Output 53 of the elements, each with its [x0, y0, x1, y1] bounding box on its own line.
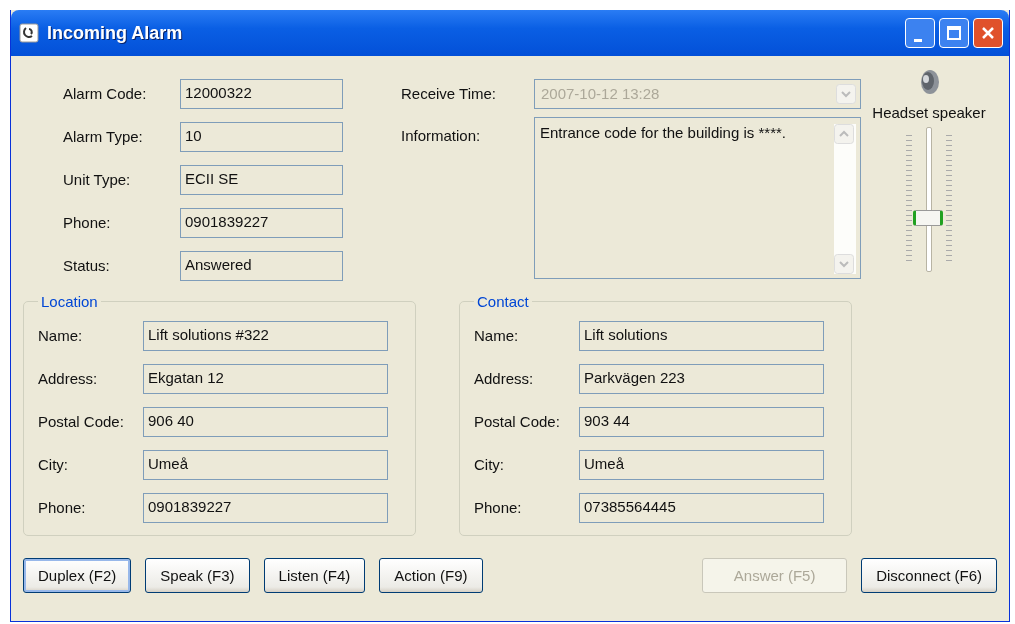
field-label: Alarm Type:: [62, 128, 144, 145]
volume-slider[interactable]: [906, 127, 952, 272]
action-button[interactable]: Speak (F3): [145, 558, 250, 593]
app-icon: [19, 23, 39, 43]
close-button[interactable]: [973, 18, 1003, 48]
scroll-down-button[interactable]: [834, 254, 854, 274]
text-field[interactable]: Lift solutions #322: [143, 320, 388, 351]
field-label: City:: [474, 456, 505, 473]
field-label: Receive Time:: [401, 85, 498, 102]
scrollbar[interactable]: [834, 124, 856, 274]
field-label: Phone:: [62, 214, 112, 231]
maximize-icon: [944, 23, 964, 43]
action-button[interactable]: Duplex (F2): [23, 558, 132, 593]
field-label: Alarm Code:: [62, 85, 148, 102]
maximize-button[interactable]: [939, 18, 969, 48]
field-label: Phone:: [38, 499, 87, 516]
text-field[interactable]: 0901839227: [180, 207, 343, 238]
text-field[interactable]: 0901839227: [143, 492, 388, 523]
field-label: Postal Code:: [38, 413, 125, 430]
text-field[interactable]: Lift solutions: [579, 320, 824, 351]
text-field[interactable]: Ekgatan 12: [143, 363, 388, 394]
field-label: Name:: [38, 327, 84, 344]
slider-thumb[interactable]: [913, 210, 943, 227]
action-button[interactable]: Disconnect (F6): [861, 558, 997, 593]
text-field[interactable]: ECII SE: [180, 164, 343, 195]
group-title: Contact: [476, 293, 530, 310]
text-field[interactable]: Parkvägen 223: [579, 363, 824, 394]
field-label: Unit Type:: [62, 171, 132, 188]
text-field[interactable]: 903 44: [579, 406, 824, 437]
field-label: City:: [38, 456, 69, 473]
text-field[interactable]: 906 40: [143, 406, 388, 437]
group-title: Location: [40, 293, 99, 310]
text-field[interactable]: 07385564445: [579, 492, 824, 523]
action-button[interactable]: Action (F9): [379, 558, 483, 593]
minimize-button[interactable]: [905, 18, 935, 48]
text-field[interactable]: Umeå: [579, 449, 824, 480]
text-field[interactable]: Umeå: [143, 449, 388, 480]
text-field[interactable]: 10: [180, 121, 343, 152]
window-title: Incoming Alarm: [47, 22, 183, 44]
field-label: Postal Code:: [474, 413, 561, 430]
field-label: Phone:: [474, 499, 523, 516]
minimize-icon: [914, 38, 922, 42]
action-button[interactable]: Listen (F4): [263, 558, 366, 593]
field-label: Information:: [401, 126, 482, 144]
volume-label: Headset speaker: [872, 104, 986, 121]
field-label: Name:: [474, 327, 520, 344]
field-label: Address:: [474, 370, 535, 387]
scroll-up-button[interactable]: [834, 124, 854, 144]
information-textarea[interactable]: Entrance code for the building is ****.: [534, 117, 861, 279]
text-field[interactable]: 12000322: [180, 78, 343, 109]
field-label: Address:: [38, 370, 99, 387]
field-label: Status:: [62, 257, 111, 274]
text-field[interactable]: Answered: [180, 250, 343, 281]
